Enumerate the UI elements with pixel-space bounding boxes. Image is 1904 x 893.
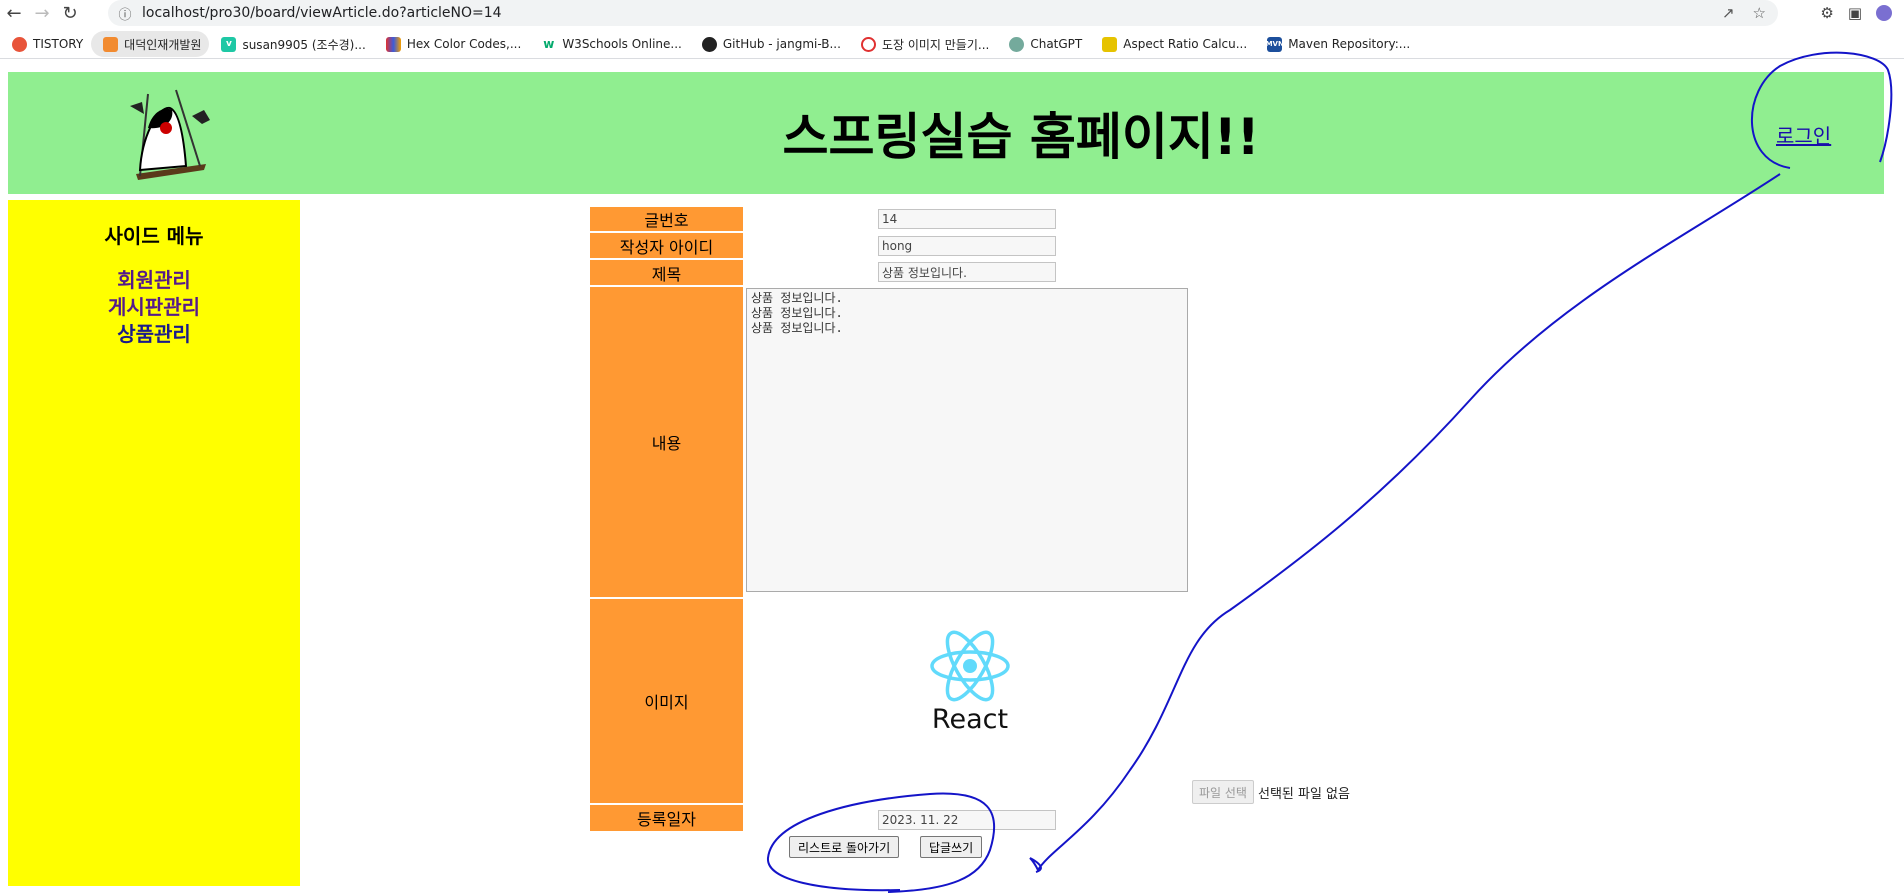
- browser-toolbar: ← → ↻ ⓘ localhost/pro30/board/viewArticl…: [0, 0, 1904, 26]
- bookmark-hex-color[interactable]: Hex Color Codes,...: [374, 31, 530, 57]
- side-menu-title: 사이드 메뉴: [104, 224, 204, 248]
- reload-icon[interactable]: ↻: [56, 0, 84, 26]
- bookmark-aspect-ratio[interactable]: Aspect Ratio Calcu...: [1090, 31, 1255, 57]
- react-caption: React: [931, 704, 1009, 735]
- daedeok-icon: [103, 36, 119, 52]
- bookmark-tistory[interactable]: TISTORY: [0, 31, 91, 57]
- sidebar-item-product[interactable]: 상품관리: [117, 321, 191, 348]
- github-icon: [701, 36, 717, 52]
- aspect-ratio-icon: [1102, 36, 1118, 52]
- w3schools-icon: w: [541, 36, 557, 52]
- site-header: 스프링실습 홈페이지!! 로그인: [8, 72, 1884, 194]
- react-logo-icon: [930, 630, 1010, 702]
- duke-logo-icon: [130, 89, 210, 180]
- info-icon[interactable]: ⓘ: [114, 4, 136, 23]
- reply-button[interactable]: 답글쓰기: [920, 836, 983, 858]
- chatgpt-icon: [1009, 36, 1025, 52]
- file-select-button[interactable]: 파일 선택: [1192, 780, 1254, 804]
- label-date: 등록일자: [590, 805, 743, 831]
- back-to-list-button[interactable]: 리스트로 돌아가기: [789, 836, 900, 858]
- tistory-icon: [12, 36, 27, 52]
- label-title: 제목: [590, 260, 743, 285]
- back-arrow-icon[interactable]: ←: [0, 0, 28, 26]
- file-upload: 파일 선택 선택된 파일 없음: [1192, 780, 1350, 804]
- side-panel-icon[interactable]: ▣: [1848, 4, 1862, 22]
- address-bar[interactable]: ⓘ localhost/pro30/board/viewArticle.do?a…: [108, 0, 1778, 26]
- content-textarea[interactable]: 상품 정보입니다. 상품 정보입니다. 상품 정보입니다.: [746, 288, 1188, 592]
- bookmark-w3schools[interactable]: w W3Schools Online...: [529, 31, 690, 57]
- article-image: React: [925, 628, 1015, 738]
- sidebar-item-board[interactable]: 게시판관리: [108, 294, 200, 321]
- label-writer-id: 작성자 아이디: [590, 233, 743, 258]
- extensions-icon[interactable]: ⚙: [1820, 4, 1833, 22]
- velog-icon: v: [221, 36, 237, 52]
- bookmark-maven[interactable]: MVN Maven Repository:...: [1255, 31, 1418, 57]
- label-content: 내용: [590, 287, 743, 597]
- side-menu: 사이드 메뉴 회원관리 게시판관리 상품관리: [8, 200, 300, 886]
- maven-icon: MVN: [1266, 36, 1284, 52]
- label-image: 이미지: [590, 599, 743, 803]
- article-no-field[interactable]: 14: [878, 209, 1056, 229]
- bookmarks-bar: TISTORY 대덕인재개발원 v susan9905 (조수경)... Hex …: [0, 30, 1904, 59]
- forward-arrow-icon[interactable]: →: [28, 0, 56, 26]
- bookmark-susan[interactable]: v susan9905 (조수경)...: [209, 31, 373, 57]
- title-field[interactable]: 상품 정보입니다.: [878, 262, 1056, 282]
- date-field[interactable]: 2023. 11. 22: [878, 810, 1056, 830]
- site-title: 스프링실습 홈페이지!!: [782, 108, 1260, 166]
- stamp-icon: [860, 36, 876, 52]
- file-status-text: 선택된 파일 없음: [1257, 786, 1350, 802]
- share-icon[interactable]: ↗: [1722, 4, 1735, 22]
- star-icon[interactable]: ☆: [1753, 4, 1766, 22]
- bookmark-github[interactable]: GitHub - jangmi-B...: [690, 31, 849, 57]
- hex-color-icon: [385, 36, 401, 52]
- label-article-no: 글번호: [590, 207, 743, 231]
- sidebar-item-member[interactable]: 회원관리: [117, 267, 191, 294]
- writer-id-field[interactable]: hong: [878, 236, 1056, 256]
- bookmark-chatgpt[interactable]: ChatGPT: [997, 31, 1090, 57]
- profile-avatar-icon[interactable]: [1876, 5, 1892, 21]
- bookmark-daedeok[interactable]: 대덕인재개발원: [91, 31, 210, 57]
- bookmark-stamp[interactable]: 도장 이미지 만들기...: [849, 31, 997, 57]
- login-link[interactable]: 로그인: [1776, 120, 1831, 149]
- url-text: localhost/pro30/board/viewArticle.do?art…: [142, 5, 502, 21]
